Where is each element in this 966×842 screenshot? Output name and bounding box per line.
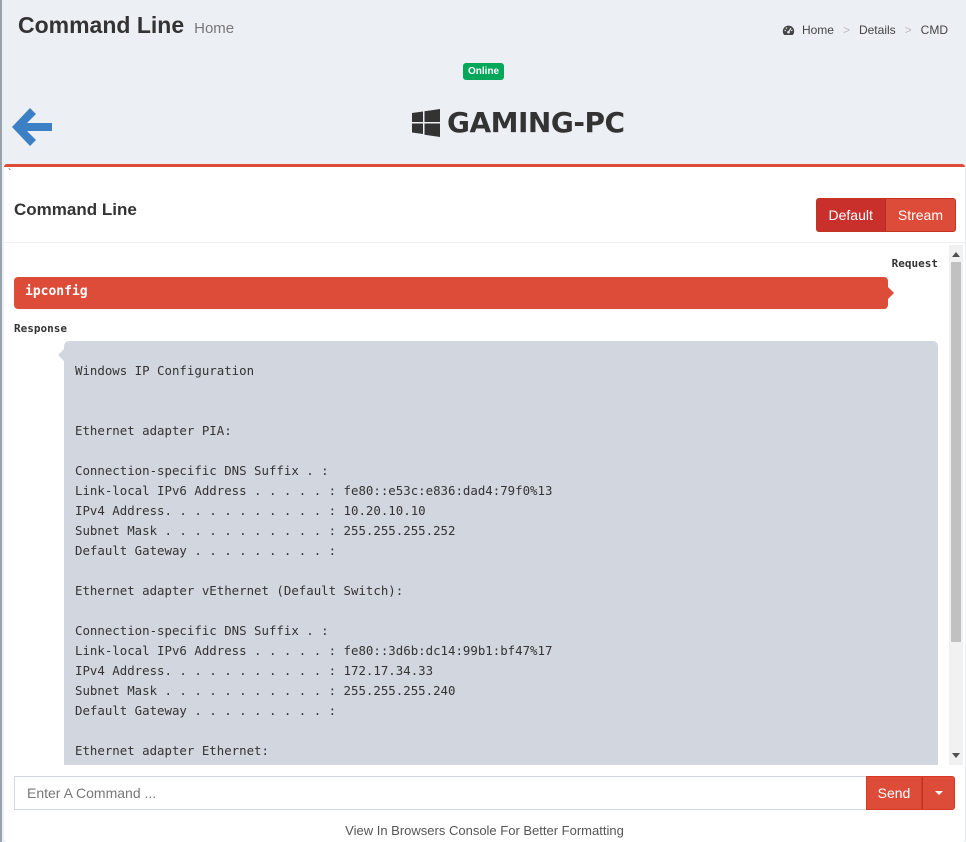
scroll-up-arrow-icon[interactable] xyxy=(952,252,960,257)
caret-down-icon xyxy=(934,791,943,795)
response-line xyxy=(75,441,927,461)
command-line-panel: ` Command Line Default Stream Request ip… xyxy=(4,164,965,842)
panel-title: Command Line xyxy=(14,200,137,219)
breadcrumb: Home > Details > CMD xyxy=(782,23,948,37)
page-header: Command Line Home xyxy=(18,12,234,39)
response-line xyxy=(75,561,927,581)
device-name: GAMING-PC xyxy=(447,106,625,139)
breadcrumb-separator: > xyxy=(842,23,850,37)
send-options-dropdown[interactable] xyxy=(922,776,955,810)
scroll-thumb[interactable] xyxy=(951,262,961,642)
response-line: IPv4 Address. . . . . . . . . . . : 10.2… xyxy=(75,503,426,518)
response-bubble: Windows IP Configuration Ethernet adapte… xyxy=(58,341,938,765)
breadcrumb-separator: > xyxy=(904,23,912,37)
response-line: Ethernet adapter Ethernet: xyxy=(75,743,269,758)
response-line: Ethernet adapter vEthernet (Default Swit… xyxy=(75,583,404,598)
footer-note: View In Browsers Console For Better Form… xyxy=(345,823,624,838)
response-line: Connection-specific DNS Suffix . : xyxy=(75,623,329,638)
breadcrumb-home[interactable]: Home xyxy=(802,23,834,37)
chat-scrollbar[interactable] xyxy=(949,245,963,765)
chat-area[interactable]: Request ipconfig Response Windows IP Con… xyxy=(4,245,965,765)
back-arrow-icon[interactable] xyxy=(10,104,56,150)
page-title: Command Line xyxy=(18,12,185,38)
status-badge: Online xyxy=(463,63,505,80)
command-input[interactable] xyxy=(14,776,866,810)
response-line: Ethernet adapter PIA: xyxy=(75,423,232,438)
response-line: Link-local IPv6 Address . . . . . : fe80… xyxy=(75,643,553,658)
breadcrumb-cmd: CMD xyxy=(920,23,948,37)
response-line: Default Gateway . . . . . . . . . : xyxy=(75,543,337,558)
response-line: Default Gateway . . . . . . . . . : xyxy=(75,703,337,718)
response-line xyxy=(75,401,927,421)
mode-toggle: Default Stream xyxy=(815,198,956,232)
breadcrumb-details[interactable]: Details xyxy=(859,23,896,37)
response-line: Connection-specific DNS Suffix . : xyxy=(75,463,329,478)
send-button[interactable]: Send xyxy=(866,776,922,810)
request-label: Request xyxy=(891,257,938,270)
response-line: Windows IP Configuration xyxy=(75,363,255,378)
response-line: Subnet Mask . . . . . . . . . . . : 255.… xyxy=(75,523,456,538)
command-input-row: Send xyxy=(14,776,955,810)
response-line: Link-local IPv6 Address . . . . . : fe80… xyxy=(75,483,553,498)
response-line: IPv4 Address. . . . . . . . . . . : 172.… xyxy=(75,663,434,678)
divider xyxy=(4,242,965,243)
response-line xyxy=(75,601,927,621)
response-line xyxy=(75,721,927,741)
dashboard-icon xyxy=(782,25,795,35)
response-line xyxy=(75,381,927,401)
default-mode-button[interactable]: Default xyxy=(815,198,886,232)
response-line: Subnet Mask . . . . . . . . . . . : 255.… xyxy=(75,683,456,698)
scroll-down-arrow-icon[interactable] xyxy=(952,753,960,758)
page-subtitle: Home xyxy=(194,20,235,37)
device-title: GAMING-PC xyxy=(412,106,625,139)
response-label: Response xyxy=(14,322,67,335)
stream-mode-button[interactable]: Stream xyxy=(885,198,956,232)
windows-icon xyxy=(412,108,440,137)
request-bubble: ipconfig xyxy=(14,277,894,309)
stray-tick: ` xyxy=(8,168,12,179)
